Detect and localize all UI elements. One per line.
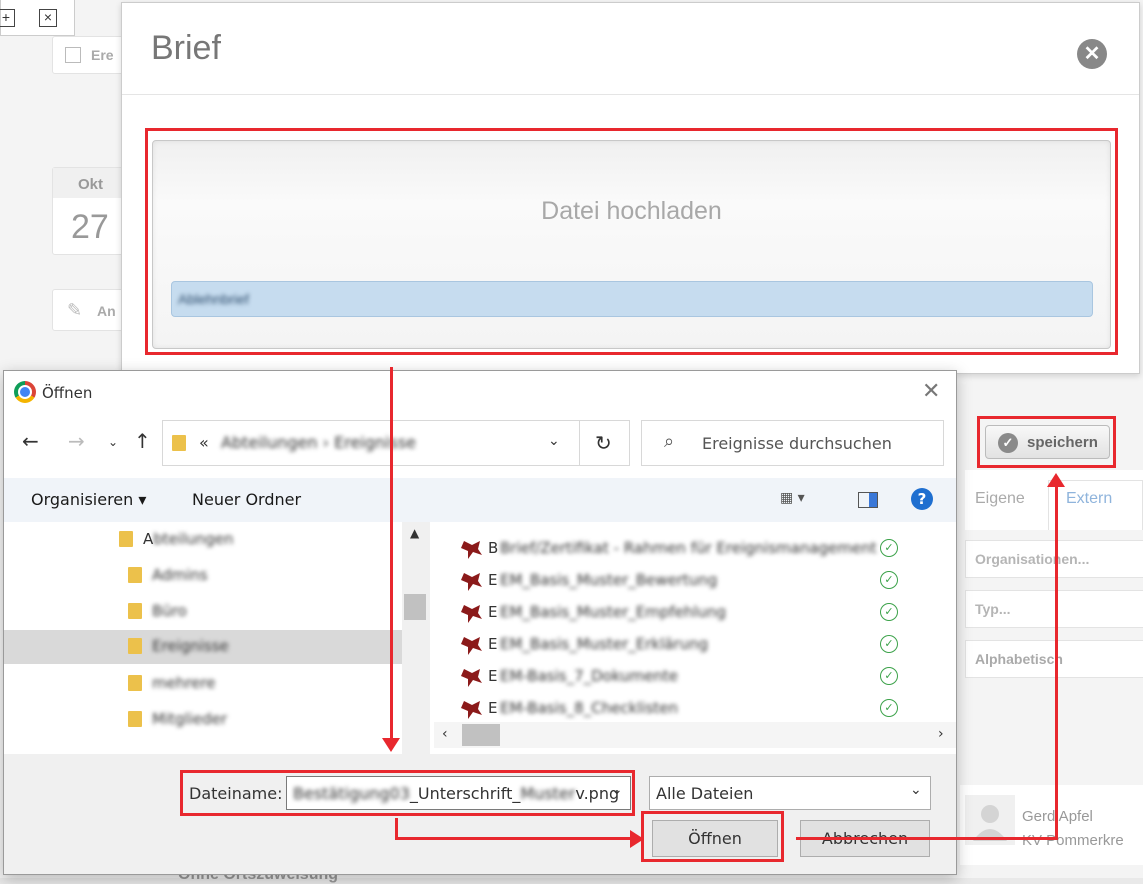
- search-icon: ⌕: [664, 431, 675, 452]
- chevron-down-icon[interactable]: ⌄: [108, 435, 118, 449]
- sync-ok-icon: ✓: [880, 699, 898, 717]
- tree-item[interactable]: Abteilungen: [114, 523, 404, 557]
- edit-button-label: An: [97, 303, 116, 319]
- arrow-line: [796, 837, 1058, 840]
- list-item[interactable]: E EM-Basis_7_Dokumente ✓: [460, 661, 910, 693]
- pencil-icon: ✎: [67, 300, 83, 320]
- arrow-line: [395, 837, 635, 840]
- event-button-label: Ere: [91, 47, 114, 63]
- folder-tree: Abteilungen Admins Büro Ereignisse mehre…: [4, 522, 430, 754]
- list-item[interactable]: E EM_Basis_Muster_Bewertung ✓: [460, 565, 910, 597]
- sync-ok-icon: ✓: [880, 635, 898, 653]
- tree-item[interactable]: Büro: [128, 595, 418, 629]
- highlight-save: [977, 416, 1116, 468]
- chevron-right-icon[interactable]: ›: [938, 726, 944, 742]
- dialog-title: Öffnen: [42, 384, 93, 402]
- forward-arrow-icon[interactable]: →: [68, 429, 85, 453]
- list-item[interactable]: E EM-Basis_8_Checklisten ✓: [460, 693, 910, 721]
- tree-item[interactable]: mehrere: [128, 667, 418, 701]
- address-prefix: «: [199, 433, 209, 452]
- file-type-value: Alle Dateien: [656, 784, 754, 803]
- sync-ok-icon: ✓: [880, 603, 898, 621]
- arrow-line: [390, 367, 393, 745]
- highlight-upload: [145, 128, 1118, 355]
- list-item[interactable]: E EM_Basis_Muster_Empfehlung ✓: [460, 597, 910, 629]
- chevron-up-icon[interactable]: ▲: [410, 526, 419, 540]
- help-icon[interactable]: ?: [911, 488, 933, 510]
- up-arrow-icon[interactable]: ↑: [134, 429, 151, 453]
- list-item[interactable]: E EM_Basis_Muster_Erklärung ✓: [460, 629, 910, 661]
- tree-item[interactable]: Admins: [128, 559, 418, 593]
- date-day: 27: [71, 208, 109, 246]
- tab-external[interactable]: Extern: [1066, 490, 1112, 508]
- command-bar: Organisieren ▾ Neuer Ordner ▦ ▾ ?: [4, 478, 956, 522]
- file-list-scrollbar[interactable]: ‹ ›: [434, 722, 956, 748]
- chevron-down-icon[interactable]: ⌄: [548, 433, 560, 449]
- scrollbar-thumb[interactable]: [404, 594, 426, 620]
- event-button[interactable]: Ere: [52, 36, 132, 74]
- address-bar[interactable]: « Abteilungen › Ereignisse ⌄ ↻: [162, 420, 630, 466]
- scrollbar-thumb[interactable]: [462, 724, 500, 746]
- modal-header: Brief ✕: [122, 3, 1139, 95]
- filter-alphabetical[interactable]: Alphabetisch: [965, 640, 1143, 678]
- arrow-line: [1055, 485, 1058, 840]
- view-options-icon[interactable]: ▦ ▾: [780, 490, 805, 506]
- mini-toolbar: + ×: [0, 0, 75, 36]
- arrow-head-right: [630, 830, 644, 848]
- calendar-icon: [65, 47, 81, 63]
- tab-own[interactable]: Eigene: [975, 490, 1025, 508]
- back-arrow-icon[interactable]: ←: [22, 429, 39, 453]
- tree-scrollbar[interactable]: ▲: [402, 522, 430, 754]
- tree-item[interactable]: Mitglieder: [128, 703, 418, 737]
- chrome-icon: [14, 381, 36, 403]
- sync-ok-icon: ✓: [880, 571, 898, 589]
- expand-icon[interactable]: +: [0, 9, 15, 27]
- folder-icon: [172, 435, 186, 451]
- highlight-filename: [180, 770, 635, 816]
- sync-ok-icon: ✓: [880, 539, 898, 557]
- filter-organisations[interactable]: Organisationen...: [965, 540, 1143, 578]
- filter-type[interactable]: Typ...: [965, 590, 1143, 628]
- preview-pane-icon[interactable]: [858, 492, 878, 508]
- search-input[interactable]: ⌕ Ereignisse durchsuchen: [641, 420, 944, 466]
- address-path: Abteilungen › Ereignisse: [221, 433, 417, 452]
- refresh-icon[interactable]: ↻: [595, 431, 612, 455]
- search-placeholder: Ereignisse durchsuchen: [702, 434, 892, 453]
- sync-ok-icon: ✓: [880, 667, 898, 685]
- date-card: Okt 27: [52, 167, 132, 255]
- file-type-select[interactable]: Alle Dateien ⌄: [649, 776, 931, 810]
- arrow-head-up: [1047, 473, 1065, 487]
- chevron-down-icon[interactable]: ⌄: [910, 782, 922, 798]
- tree-item-selected[interactable]: Ereignisse: [4, 630, 404, 664]
- new-folder-button[interactable]: Neuer Ordner: [192, 490, 301, 509]
- highlight-open: [641, 811, 784, 862]
- arrow-head-down: [382, 738, 400, 752]
- date-month: Okt: [78, 176, 104, 193]
- modal-title: Brief: [151, 29, 221, 67]
- person-subtitle: KV Pommerkre: [1022, 832, 1124, 849]
- close-icon[interactable]: ✕: [922, 379, 940, 404]
- list-item[interactable]: B Brief/Zertifikat - Rahmen für Ereignis…: [460, 533, 910, 565]
- edit-button[interactable]: ✎ An: [52, 289, 132, 331]
- collapse-icon[interactable]: ×: [39, 9, 57, 27]
- close-icon[interactable]: ✕: [1077, 39, 1107, 69]
- chevron-left-icon[interactable]: ‹: [442, 726, 448, 742]
- organize-menu[interactable]: Organisieren ▾: [31, 490, 146, 509]
